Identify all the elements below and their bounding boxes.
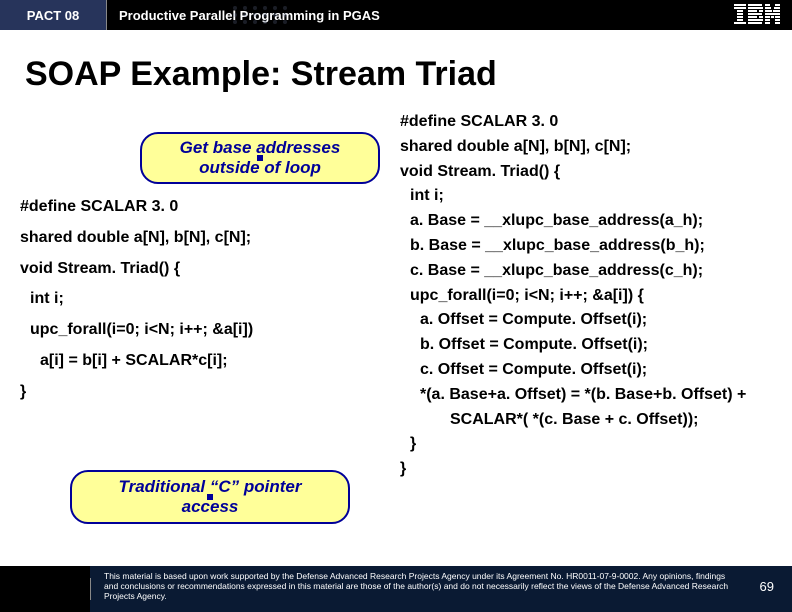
code-line: upc_forall(i=0; i<N; i++; &a[i]) [20, 318, 390, 343]
code-line: shared double a[N], b[N], c[N]; [20, 226, 390, 251]
code-line: b. Base = __xlupc_base_address(b_h); [400, 234, 772, 259]
slide-footer: This material is based upon work support… [0, 566, 792, 612]
code-line: a. Base = __xlupc_base_address(a_h); [400, 209, 772, 234]
code-line: b. Offset = Compute. Offset(i); [400, 333, 772, 358]
ibm-logo-icon [734, 4, 780, 24]
header-conference: PACT 08 [0, 0, 107, 30]
slide-title: SOAP Example: Stream Triad [25, 55, 497, 94]
code-line: void Stream. Triad() { [20, 257, 390, 282]
code-line: c. Base = __xlupc_base_address(c_h); [400, 259, 772, 284]
code-line: } [20, 380, 390, 405]
code-line: *(a. Base+a. Offset) = *(b. Base+b. Offs… [400, 383, 772, 408]
code-line: int i; [20, 287, 390, 312]
code-line: } [400, 432, 772, 457]
code-line: c. Offset = Compute. Offset(i); [400, 358, 772, 383]
left-code-block: #define SCALAR 3. 0 shared double a[N], … [20, 110, 400, 552]
slide-header: PACT 08 Productive Parallel Programming … [0, 0, 792, 30]
code-line: a[i] = b[i] + SCALAR*c[i]; [20, 349, 390, 374]
content-area: #define SCALAR 3. 0 shared double a[N], … [20, 110, 772, 552]
code-line: a. Offset = Compute. Offset(i); [400, 308, 772, 333]
code-line: int i; [400, 184, 772, 209]
footer-left-box [0, 566, 90, 612]
header-conference-label: PACT 08 [27, 8, 80, 23]
code-line: #define SCALAR 3. 0 [400, 110, 772, 135]
code-line: } [400, 457, 772, 482]
slide-number: 69 [760, 580, 774, 595]
code-line: void Stream. Triad() { [400, 160, 772, 185]
footer-disclaimer: This material is based upon work support… [104, 572, 732, 601]
code-line: SCALAR*( *(c. Base + c. Offset)); [400, 408, 772, 433]
right-code-block: #define SCALAR 3. 0 shared double a[N], … [400, 110, 772, 552]
code-line: #define SCALAR 3. 0 [20, 195, 390, 220]
header-dot-pattern [230, 4, 350, 26]
code-line: shared double a[N], b[N], c[N]; [400, 135, 772, 160]
footer-separator [90, 578, 91, 600]
code-line: upc_forall(i=0; i<N; i++; &a[i]) { [400, 284, 772, 309]
